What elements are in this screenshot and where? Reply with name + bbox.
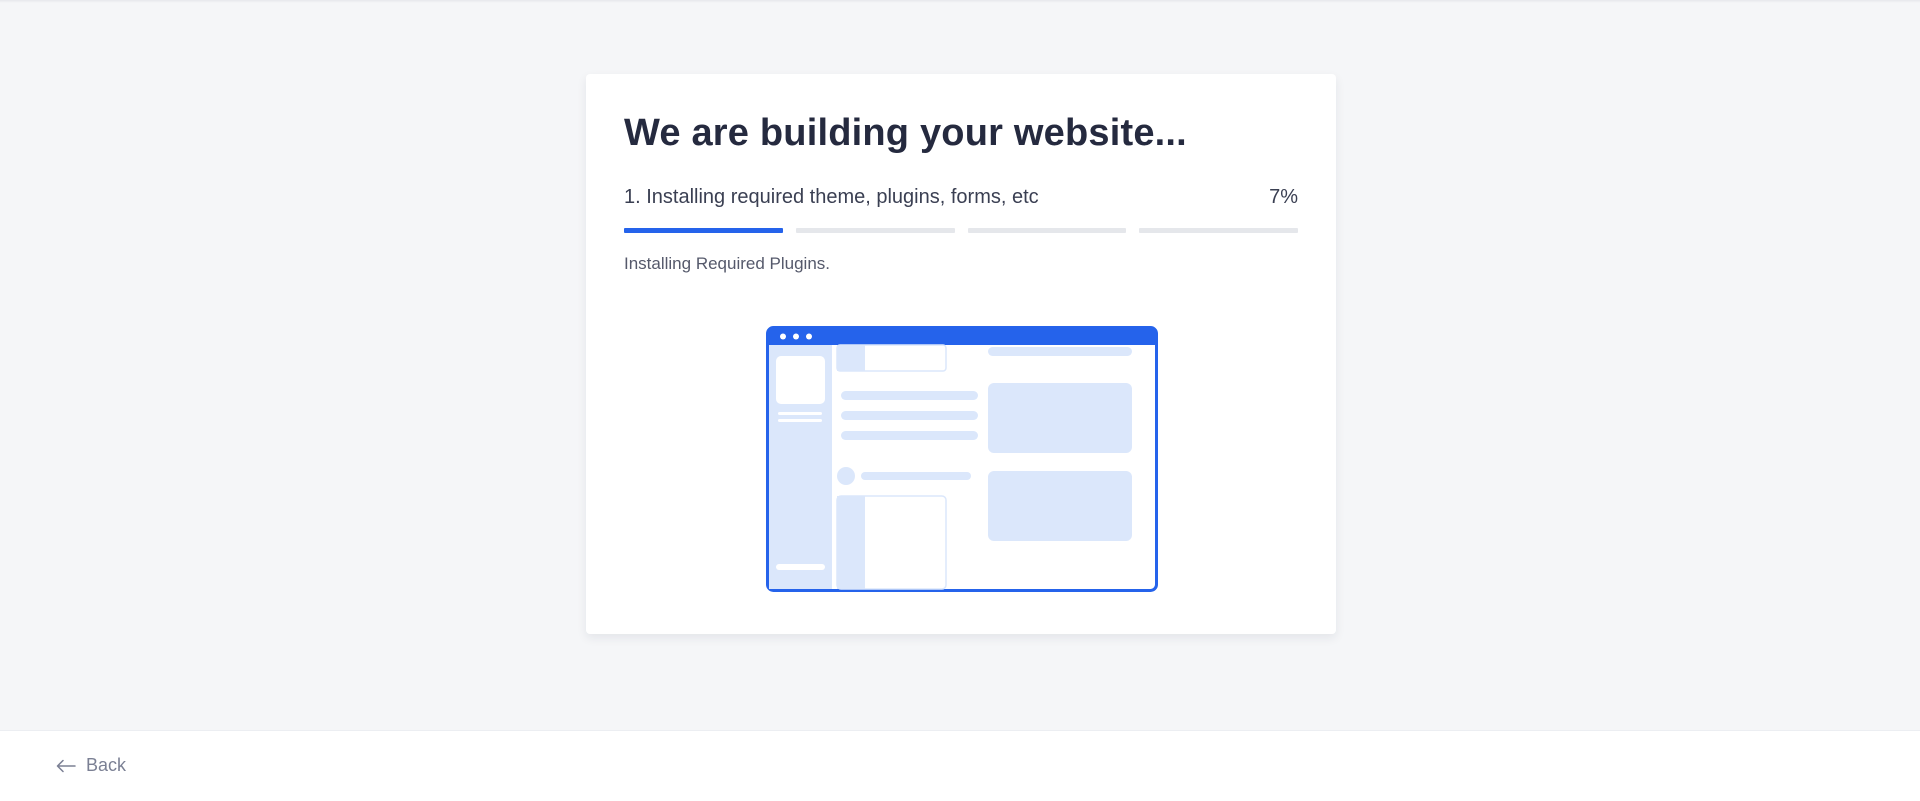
build-progress-card: We are building your website... 1. Insta… — [586, 74, 1336, 634]
website-wireframe-illustration — [766, 326, 1158, 592]
status-text: Installing Required Plugins. — [624, 254, 831, 273]
step-label: 1. Installing required theme, plugins, f… — [624, 186, 1039, 208]
progress-segment-2 — [795, 228, 955, 233]
page-title: We are building your website... — [624, 112, 1187, 154]
back-button[interactable]: Back — [56, 755, 126, 776]
progress-fill-1 — [624, 228, 783, 233]
footer-bar: Back — [0, 730, 1920, 801]
progress-percent: 7% — [1269, 186, 1298, 208]
progress-segment-4 — [1139, 228, 1298, 233]
progress-bar — [624, 228, 1298, 233]
back-label: Back — [86, 755, 127, 775]
progress-segment-1 — [624, 228, 783, 233]
top-divider — [0, 0, 1920, 3]
arrow-left-icon — [56, 759, 76, 772]
progress-segment-3 — [967, 228, 1127, 233]
